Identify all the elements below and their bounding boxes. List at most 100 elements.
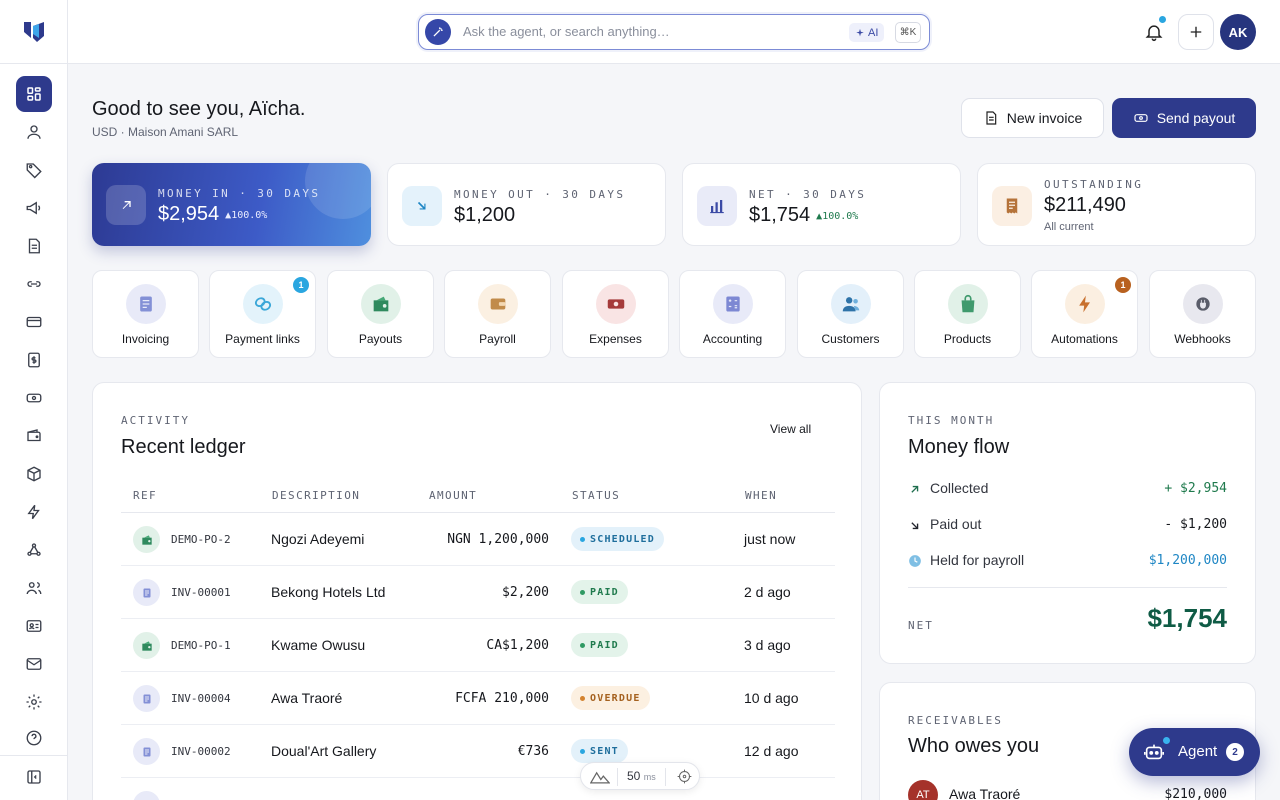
sidebar-collapse-button[interactable] — [16, 759, 52, 795]
sidebar-item-campaigns[interactable] — [16, 190, 52, 226]
app-tile-payment-links[interactable]: 1 Payment links — [209, 270, 316, 358]
notification-badge: 1 — [293, 277, 309, 293]
table-row[interactable]: INV-00001 Bekong Hotels Ltd $2,200 PAID … — [121, 566, 835, 619]
receipt-icon — [992, 186, 1032, 226]
table-row[interactable]: INV-00002 Doual'Art Gallery €736 SENT 12… — [121, 725, 835, 778]
perf-overlay[interactable]: 50 ms — [580, 762, 700, 790]
sidebar-item-products[interactable] — [16, 456, 52, 492]
row-when: 3 d ago — [744, 637, 791, 653]
column-header-description[interactable]: DESCRIPTION — [272, 489, 360, 502]
notification-dot — [1159, 16, 1166, 23]
arrow-down-right-icon — [402, 186, 442, 226]
row-amount: CA$1,200 — [486, 638, 549, 653]
column-header-ref[interactable]: REF — [133, 489, 157, 502]
app-tile-webhooks[interactable]: Webhooks — [1149, 270, 1256, 358]
collapse-sidebar-icon — [27, 770, 41, 784]
invoice-icon — [126, 284, 166, 324]
lightning-icon — [1065, 284, 1105, 324]
send-payout-button[interactable]: Send payout — [1112, 98, 1256, 138]
money-flow-held: Held for payroll $1,200,000 — [908, 551, 1227, 571]
search-input[interactable]: Ask the agent, or search anything… AI ⌘K — [418, 14, 930, 50]
app-tile-expenses[interactable]: Expenses — [562, 270, 669, 358]
sidebar-item-mail[interactable] — [16, 646, 52, 682]
payroll-wallet-icon — [478, 284, 518, 324]
ai-badge[interactable]: AI — [849, 23, 885, 42]
stat-value: $2,954 ▲100.0% — [158, 203, 268, 225]
column-header-amount[interactable]: AMOUNT — [429, 489, 477, 502]
agent-label: Agent — [1178, 743, 1218, 760]
status-badge: SENT — [571, 739, 628, 763]
dollar-doc-icon — [28, 352, 40, 368]
sidebar-item-payouts[interactable] — [16, 380, 52, 416]
receivable-name[interactable]: Awa Traoré — [949, 786, 1020, 800]
mountain-icon — [590, 771, 610, 784]
banknote-icon — [26, 393, 42, 403]
page-title: Good to see you, Aïcha. — [92, 98, 306, 120]
notification-badge: 1 — [1115, 277, 1131, 293]
gear-icon — [26, 694, 42, 710]
app-tile-payouts[interactable]: Payouts — [327, 270, 434, 358]
app-tile-automations[interactable]: 1 Automations — [1031, 270, 1138, 358]
row-description: Kwame Owusu — [271, 637, 366, 653]
sidebar-item-webhooks[interactable] — [16, 532, 52, 568]
table-row[interactable]: INV-00004 Awa Traoré FCFA 210,000 OVERDU… — [121, 672, 835, 725]
sidebar-item-contacts[interactable] — [16, 608, 52, 644]
app-tile-invoicing[interactable]: Invoicing — [92, 270, 199, 358]
app-tile-label: Payouts — [358, 332, 403, 346]
arrow-down-right-icon — [908, 518, 922, 532]
new-invoice-label: New invoice — [1006, 110, 1083, 126]
table-row[interactable]: DEMO-PO-2 Ngozi Adeyemi NGN 1,200,000 SC… — [121, 513, 835, 566]
perf-ms: 50 ms — [627, 769, 656, 783]
sidebar-item-billing[interactable] — [16, 342, 52, 378]
sidebar-item-team[interactable] — [16, 570, 52, 606]
row-when: 2 d ago — [744, 584, 791, 600]
wallet-icon — [27, 429, 41, 442]
sidebar-item-cards[interactable] — [16, 304, 52, 340]
table-row[interactable]: DEMO-PO-1 Kwame Owusu CA$1,200 PAID 3 d … — [121, 619, 835, 672]
topbar: Ask the agent, or search anything… AI ⌘K… — [68, 0, 1280, 64]
lightning-icon — [27, 504, 40, 520]
stat-label: OUTSTANDING — [1044, 178, 1144, 191]
money-flow-paid-out: Paid out - $1,200 — [908, 515, 1227, 535]
brand-logo[interactable] — [22, 20, 46, 44]
app-tile-products[interactable]: Products — [914, 270, 1021, 358]
magic-wand-icon — [425, 19, 451, 45]
arrow-up-right-icon — [908, 482, 922, 496]
sidebar-item-settings[interactable] — [16, 684, 52, 720]
app-tile-customers[interactable]: Customers — [797, 270, 904, 358]
page-subtitle: USD · Maison Amani SARL — [92, 125, 239, 139]
create-button[interactable] — [1178, 14, 1214, 50]
app-tile-payroll[interactable]: Payroll — [444, 270, 551, 358]
row-description: Doual'Art Gallery — [271, 743, 377, 759]
invoice-icon — [133, 791, 160, 800]
row-amount: $2,200 — [502, 585, 549, 600]
row-ref: DEMO-PO-2 — [171, 533, 231, 546]
sidebar-item-help[interactable] — [16, 720, 52, 756]
sidebar-item-documents[interactable] — [16, 228, 52, 264]
sidebar-item-profile[interactable] — [16, 114, 52, 150]
column-header-status[interactable]: STATUS — [572, 489, 620, 502]
stat-value: $1,754 ▲100.0% — [749, 204, 859, 226]
stat-net[interactable]: NET · 30 DAYS $1,754 ▲100.0% — [682, 163, 961, 246]
column-header-when[interactable]: WHEN — [745, 489, 777, 502]
sidebar-item-wallet[interactable] — [16, 418, 52, 454]
view-all-link[interactable]: View all — [770, 422, 811, 436]
agent-button[interactable]: Agent 2 — [1129, 728, 1260, 776]
sidebar-item-tags[interactable] — [16, 152, 52, 188]
stat-outstanding[interactable]: OUTSTANDING $211,490 All current — [977, 163, 1256, 246]
new-invoice-button[interactable]: New invoice — [961, 98, 1104, 138]
sidebar-item-automations[interactable] — [16, 494, 52, 530]
stat-money-in[interactable]: MONEY IN · 30 DAYS $2,954 ▲100.0% — [92, 163, 371, 246]
sidebar-item-links[interactable] — [16, 266, 52, 302]
row-description: Ngozi Adeyemi — [271, 531, 365, 547]
app-tile-accounting[interactable]: Accounting — [679, 270, 786, 358]
user-avatar[interactable]: AK — [1220, 14, 1256, 50]
paid-out-value: - $1,200 — [1164, 517, 1227, 532]
sidebar-item-dashboard[interactable] — [16, 76, 52, 112]
stat-money-out[interactable]: MONEY OUT · 30 DAYS $1,200 — [387, 163, 666, 246]
stat-note: All current — [1044, 221, 1094, 233]
table-row-partial[interactable] — [121, 778, 835, 800]
document-icon — [986, 111, 997, 125]
bar-chart-icon — [697, 186, 737, 226]
row-description: Bekong Hotels Ltd — [271, 584, 386, 600]
